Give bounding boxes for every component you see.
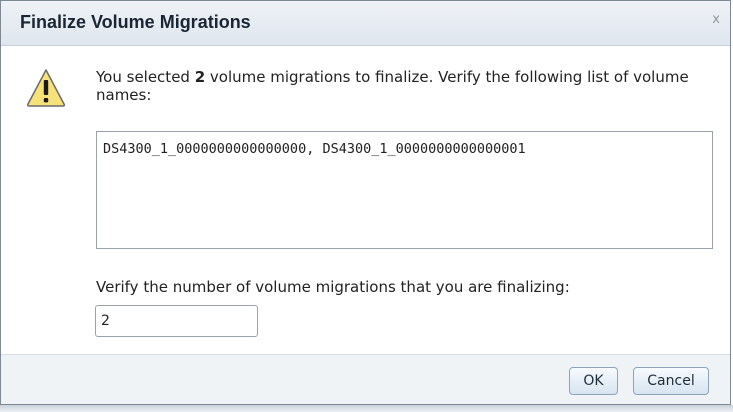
migration-count: 2 [194, 68, 206, 86]
close-icon[interactable]: x [712, 12, 720, 27]
message-prefix: You selected [96, 68, 195, 86]
dialog-shadow [0, 405, 733, 412]
dialog-footer: OK Cancel [1, 354, 730, 404]
dialog-title: Finalize Volume Migrations [20, 12, 251, 32]
volume-names-text: DS4300_1_0000000000000000, DS4300_1_0000… [103, 141, 526, 157]
verify-count-label: Verify the number of volume migrations t… [96, 278, 570, 296]
finalize-dialog: Finalize Volume Migrations x You selecte… [0, 0, 731, 405]
volume-names-box[interactable]: DS4300_1_0000000000000000, DS4300_1_0000… [96, 131, 713, 249]
verify-count-input[interactable] [95, 305, 258, 337]
dialog-titlebar[interactable]: Finalize Volume Migrations x [1, 1, 730, 46]
cancel-button[interactable]: Cancel [633, 367, 709, 395]
ok-button[interactable]: OK [569, 367, 618, 395]
warning-icon [26, 69, 66, 107]
confirmation-message: You selected 2 volume migrations to fina… [96, 68, 726, 104]
